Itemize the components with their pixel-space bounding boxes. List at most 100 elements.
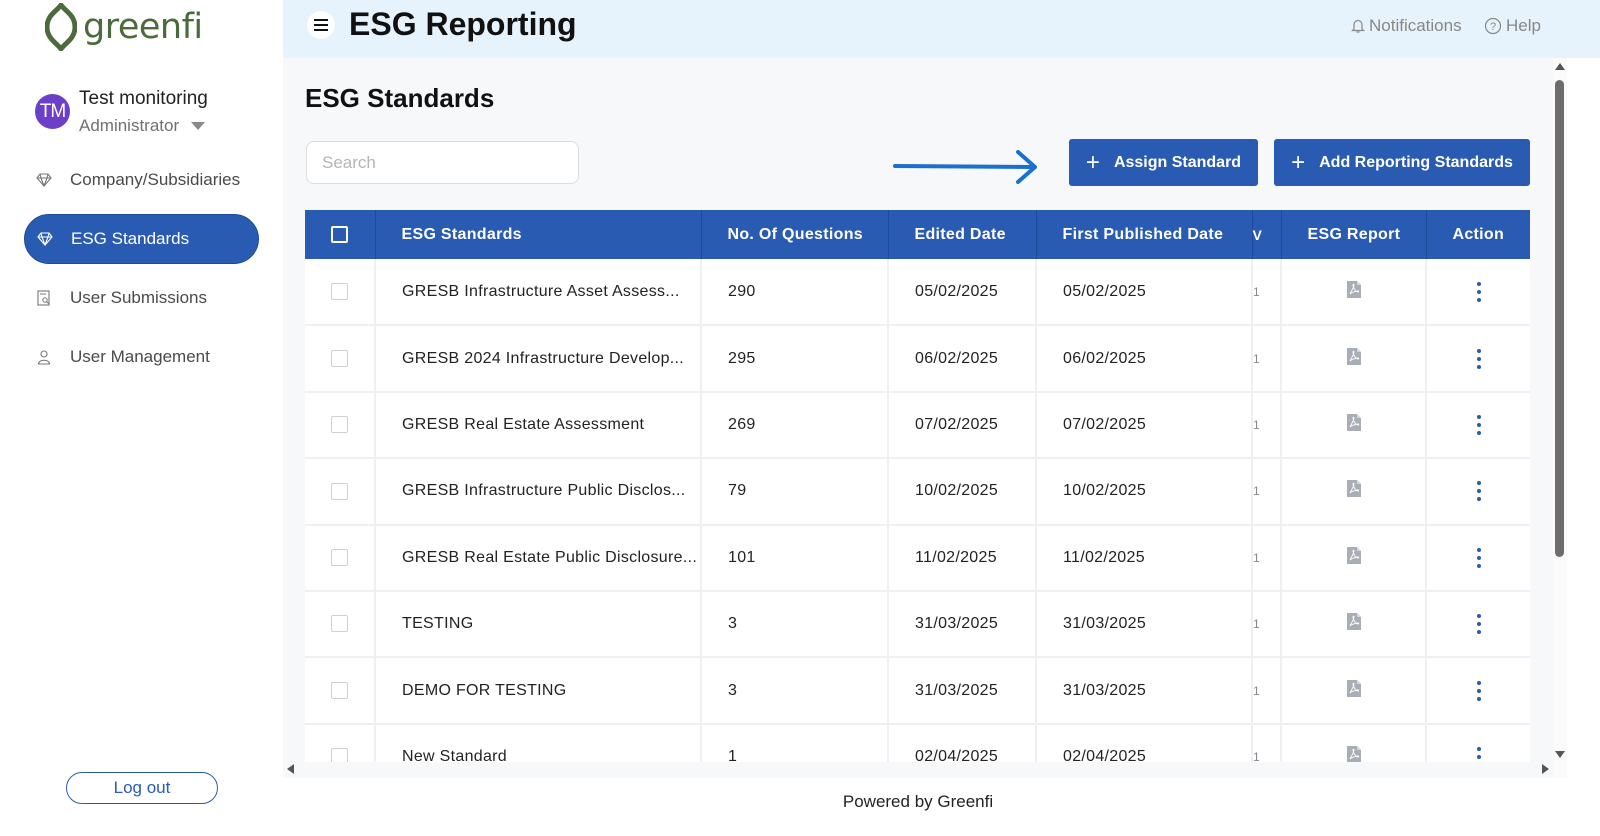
notifications-link[interactable]: Notifications bbox=[1351, 16, 1462, 36]
more-vertical-icon[interactable] bbox=[1476, 348, 1481, 369]
more-vertical-icon[interactable] bbox=[1476, 680, 1481, 701]
user-role: Administrator bbox=[79, 116, 180, 135]
row-actions-menu[interactable] bbox=[1426, 724, 1530, 762]
table-row[interactable]: GRESB Infrastructure Asset Assess... 290 0… bbox=[305, 259, 1530, 326]
search-input[interactable] bbox=[306, 141, 579, 184]
table-row[interactable]: GRESB Real Estate Assessment 269 07/02/202… bbox=[305, 391, 1530, 459]
assign-standard-button[interactable]: + Assign Standard bbox=[1069, 139, 1258, 186]
row-actions-menu[interactable] bbox=[1426, 392, 1530, 458]
table-row[interactable]: GRESB Real Estate Public Disclosure... 10… bbox=[305, 524, 1530, 591]
column-header-action[interactable]: Action bbox=[1426, 210, 1530, 259]
row-checkbox[interactable] bbox=[305, 391, 376, 459]
sidebar-item-esg-standards[interactable]: ESG Standards bbox=[24, 214, 259, 264]
select-all-checkbox[interactable] bbox=[305, 210, 376, 259]
assign-standard-label: Assign Standard bbox=[1113, 153, 1242, 171]
cell-published-date: 31/03/2025 bbox=[1036, 657, 1253, 724]
row-checkbox[interactable] bbox=[305, 458, 376, 525]
notifications-label: Notifications bbox=[1369, 16, 1462, 35]
pdf-report-icon[interactable] bbox=[1281, 590, 1427, 658]
sidebar-item-user-management[interactable]: User Management bbox=[24, 332, 259, 382]
cell-truncated: 1 bbox=[1252, 524, 1282, 591]
sidebar-item-user-submissions[interactable]: User Submissions bbox=[24, 273, 259, 323]
cell-questions: 269 bbox=[701, 391, 889, 459]
more-vertical-icon[interactable] bbox=[1476, 547, 1481, 568]
column-header-esg-standards[interactable]: ESG Standards bbox=[375, 210, 702, 259]
more-vertical-icon[interactable] bbox=[1476, 614, 1481, 635]
column-header-truncated[interactable]: V bbox=[1252, 210, 1282, 259]
pdf-report-icon[interactable] bbox=[1281, 325, 1427, 392]
user-role-dropdown[interactable]: Administrator bbox=[79, 116, 208, 136]
cell-truncated: 1 bbox=[1252, 657, 1282, 724]
row-actions-menu[interactable] bbox=[1426, 657, 1530, 723]
table-row[interactable]: GRESB Infrastructure Public Disclos... 79… bbox=[305, 458, 1530, 525]
cell-standard-name: GRESB Infrastructure Asset Assess... bbox=[375, 259, 702, 326]
scroll-left-icon[interactable] bbox=[287, 764, 294, 774]
sidebar-item-label: User Management bbox=[70, 347, 210, 366]
cell-standard-name: DEMO FOR TESTING bbox=[375, 657, 702, 724]
more-vertical-icon[interactable] bbox=[1476, 414, 1481, 435]
column-header-esg-report[interactable]: ESG Report bbox=[1281, 210, 1427, 259]
row-actions-menu[interactable] bbox=[1426, 591, 1530, 657]
cell-edited-date: 31/03/2025 bbox=[888, 590, 1037, 658]
chevron-down-icon[interactable] bbox=[191, 122, 206, 130]
cell-truncated: 1 bbox=[1252, 391, 1282, 459]
pdf-report-icon[interactable] bbox=[1281, 723, 1427, 762]
row-checkbox[interactable] bbox=[305, 657, 376, 724]
greenfi-leaf-icon bbox=[45, 3, 77, 51]
standards-table: ESG Standards No. Of Questions Edited Da… bbox=[305, 210, 1530, 762]
row-actions-menu[interactable] bbox=[1426, 458, 1530, 524]
pdf-report-icon[interactable] bbox=[1281, 657, 1427, 724]
column-header-questions[interactable]: No. Of Questions bbox=[701, 210, 889, 259]
greenfi-logo[interactable]: greenfi bbox=[45, 2, 203, 52]
cell-published-date: 07/02/2025 bbox=[1036, 391, 1253, 459]
user-profile[interactable]: TM Test monitoring Administrator bbox=[35, 88, 208, 136]
horizontal-scrollbar[interactable] bbox=[283, 762, 1553, 776]
cell-edited-date: 07/02/2025 bbox=[888, 391, 1037, 459]
cell-edited-date: 02/04/2025 bbox=[888, 723, 1037, 762]
logout-button[interactable]: Log out bbox=[66, 772, 218, 804]
scroll-right-icon[interactable] bbox=[1542, 764, 1549, 774]
table-header-row: ESG Standards No. Of Questions Edited Da… bbox=[305, 210, 1530, 259]
more-vertical-icon[interactable] bbox=[1476, 281, 1481, 302]
column-header-edited-date[interactable]: Edited Date bbox=[888, 210, 1037, 259]
add-reporting-standards-button[interactable]: + Add Reporting Standards bbox=[1274, 139, 1530, 186]
pdf-report-icon[interactable] bbox=[1281, 524, 1427, 591]
row-checkbox[interactable] bbox=[305, 259, 376, 326]
top-header: ESG Reporting Notifications ? Help bbox=[283, 0, 1600, 58]
sidebar-item-label: Company/Subsidiaries bbox=[70, 170, 241, 189]
more-vertical-icon[interactable] bbox=[1476, 746, 1481, 762]
row-checkbox[interactable] bbox=[305, 325, 376, 392]
table-row[interactable]: GRESB 2024 Infrastructure Develop... 295 0… bbox=[305, 325, 1530, 392]
table-row[interactable]: New Standard 1 02/04/2025 02/04/2025 1 bbox=[305, 723, 1530, 762]
row-checkbox[interactable] bbox=[305, 524, 376, 591]
cell-truncated: 1 bbox=[1252, 259, 1282, 326]
row-checkbox[interactable] bbox=[305, 590, 376, 658]
vertical-scrollbar[interactable] bbox=[1553, 58, 1567, 778]
row-actions-menu[interactable] bbox=[1426, 325, 1530, 391]
cell-edited-date: 31/03/2025 bbox=[888, 657, 1037, 724]
column-header-first-published-date[interactable]: First Published Date bbox=[1036, 210, 1253, 259]
cell-published-date: 31/03/2025 bbox=[1036, 590, 1253, 658]
scroll-up-icon[interactable] bbox=[1555, 63, 1565, 70]
row-actions-menu[interactable] bbox=[1426, 259, 1530, 325]
scroll-down-icon[interactable] bbox=[1555, 751, 1565, 758]
scrollbar-thumb[interactable] bbox=[1555, 80, 1564, 557]
cell-standard-name: GRESB Infrastructure Public Disclos... bbox=[375, 458, 702, 525]
user-name: Test monitoring bbox=[79, 88, 208, 109]
avatar: TM bbox=[35, 94, 70, 129]
cell-truncated: 1 bbox=[1252, 723, 1282, 762]
pdf-report-icon[interactable] bbox=[1281, 391, 1427, 459]
sidebar-item-company-subsidiaries[interactable]: Company/Subsidiaries bbox=[24, 155, 259, 205]
more-vertical-icon[interactable] bbox=[1476, 481, 1481, 502]
help-link[interactable]: ? Help bbox=[1484, 16, 1541, 36]
diamond-icon bbox=[36, 172, 52, 188]
row-actions-menu[interactable] bbox=[1426, 525, 1530, 591]
pdf-report-icon[interactable] bbox=[1281, 458, 1427, 525]
cell-published-date: 06/02/2025 bbox=[1036, 325, 1253, 392]
table-row[interactable]: TESTING 3 31/03/2025 31/03/2025 1 bbox=[305, 590, 1530, 658]
table-row[interactable]: DEMO FOR TESTING 3 31/03/2025 31/03/2025 1 bbox=[305, 657, 1530, 724]
row-checkbox[interactable] bbox=[305, 723, 376, 762]
hamburger-menu-icon[interactable] bbox=[307, 11, 335, 39]
help-circle-icon: ? bbox=[1484, 17, 1502, 35]
pdf-report-icon[interactable] bbox=[1281, 259, 1427, 326]
